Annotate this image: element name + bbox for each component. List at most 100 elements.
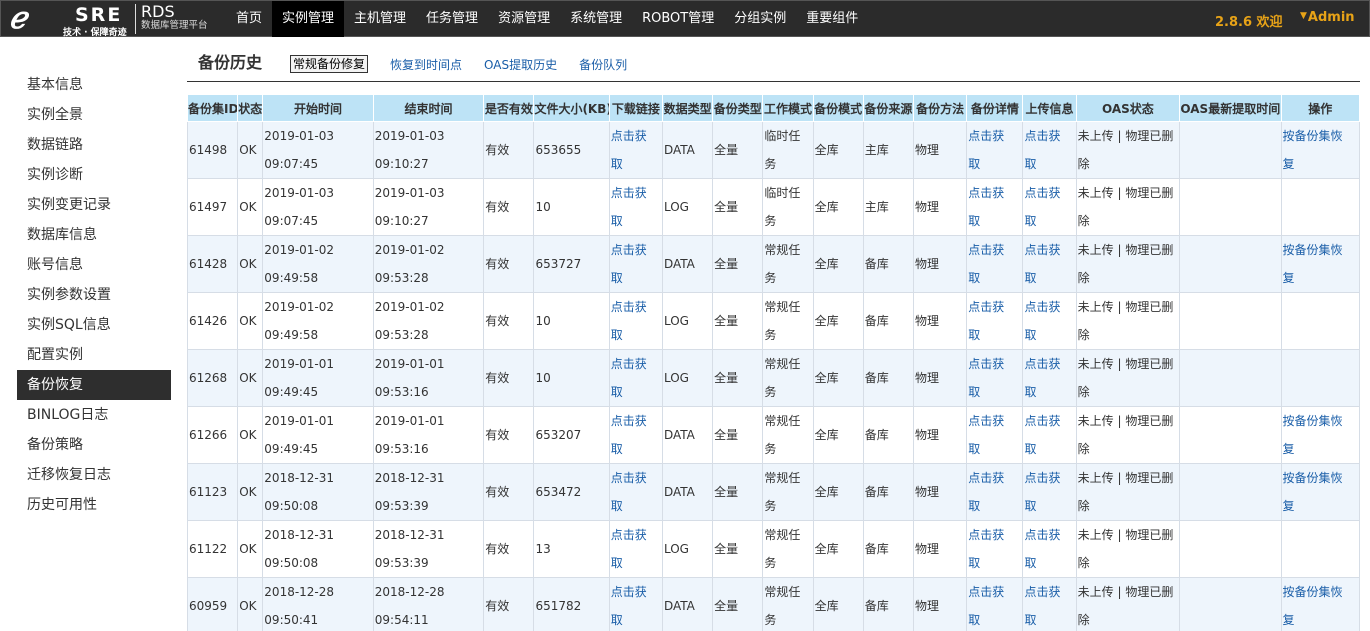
- link-text-1: 点击获: [610, 414, 647, 428]
- cell-detail-link[interactable]: 点击获取: [968, 351, 1021, 406]
- table-row[interactable]: 61428 OK 2019-01-02 09:49:58 2019-01-02 09:53…: [186, 235, 1361, 293]
- sidebar-item-6[interactable]: 账号信息: [17, 250, 171, 280]
- sidebar-item-3[interactable]: 实例诊断: [17, 160, 171, 190]
- end-time: 09:10:27: [374, 214, 429, 228]
- action-text-2: 复: [1282, 613, 1295, 627]
- cell-backup-type: 全量: [712, 235, 764, 293]
- nav-item-8[interactable]: 重要组件: [796, 1, 868, 37]
- cell-download-link[interactable]: 点击获取: [611, 522, 661, 577]
- sidebar-item-5[interactable]: 数据库信息: [17, 220, 171, 250]
- cell-detail-link[interactable]: 点击获取: [968, 465, 1021, 520]
- cell-upload-link[interactable]: 点击获取: [1024, 465, 1074, 520]
- nav-item-6[interactable]: ROBOT管理: [632, 1, 724, 37]
- column-header-13: 备份详情: [966, 94, 1024, 122]
- cell-upload-link[interactable]: 点击获取: [1024, 123, 1074, 178]
- start-time: 09:49:45: [264, 442, 319, 456]
- cell-download-link[interactable]: 点击获取: [610, 180, 661, 235]
- cell-oas-time: [1179, 463, 1282, 521]
- cell-upload: 点击获取: [1022, 520, 1077, 578]
- cell-work-mode: 常规任务: [762, 406, 814, 464]
- cell-oas-time: [1179, 520, 1282, 578]
- table-row[interactable]: 60959 OK 2018-12-28 09:50:41 2018-12-28 09:54…: [186, 577, 1361, 631]
- nav-item-1[interactable]: 实例管理: [272, 1, 345, 37]
- nav-item-0[interactable]: 首页: [226, 1, 272, 37]
- cell-upload-link[interactable]: 点击获取: [1024, 351, 1074, 406]
- cell-work-mode: 常规任务: [762, 577, 814, 631]
- sidebar-item-12[interactable]: 备份策略: [17, 430, 171, 460]
- restore-by-backup-link[interactable]: 按备份集恢复: [1283, 465, 1358, 520]
- cell-id: 61428: [186, 235, 239, 293]
- sidebar-item-14[interactable]: 历史可用性: [17, 490, 171, 520]
- cell-download-link[interactable]: 点击获取: [610, 123, 661, 178]
- start-date: 2018-12-31: [264, 528, 335, 542]
- cell-download-link[interactable]: 点击获取: [610, 408, 661, 463]
- sidebar-item-7[interactable]: 实例参数设置: [17, 280, 171, 310]
- sidebar-item-10[interactable]: 备份恢复: [17, 370, 171, 400]
- logo[interactable]: ℯ SRE 技术 · 保障奇迹: [9, 1, 141, 38]
- end-time: 09:53:16: [374, 385, 429, 399]
- cell-detail-link[interactable]: 点击获取: [968, 180, 1021, 235]
- cell-size: 10: [533, 349, 610, 407]
- cell-detail-link[interactable]: 点击获取: [968, 408, 1021, 463]
- sidebar-item-8[interactable]: 实例SQL信息: [17, 310, 171, 340]
- cell-source: 备库: [862, 235, 914, 293]
- nav-item-7[interactable]: 分组实例: [724, 1, 796, 37]
- sidebar-item-9[interactable]: 配置实例: [17, 340, 171, 370]
- user-menu[interactable]: ▼Admin: [1300, 10, 1355, 25]
- cell-detail-link[interactable]: 点击获取: [968, 522, 1021, 577]
- nav-item-3[interactable]: 任务管理: [416, 1, 488, 37]
- restore-by-backup-link[interactable]: 按备份集恢复: [1283, 237, 1358, 292]
- nav-item-4[interactable]: 资源管理: [488, 1, 560, 37]
- regular-backup-restore-button[interactable]: 常规备份修复: [290, 55, 369, 73]
- cell-oas-time: [1179, 235, 1282, 293]
- brand-subtitle: 数据库管理平台: [141, 20, 208, 31]
- sidebar-item-13[interactable]: 迁移恢复日志: [17, 460, 171, 490]
- cell-detail-link[interactable]: 点击获取: [968, 237, 1021, 292]
- cell-download-link[interactable]: 点击获取: [611, 579, 661, 631]
- cell-upload-link[interactable]: 点击获取: [1024, 579, 1074, 631]
- cell-upload-link[interactable]: 点击获取: [1024, 408, 1074, 463]
- cell-detail-link[interactable]: 点击获取: [968, 123, 1021, 178]
- link-text-1: 点击获: [610, 129, 647, 143]
- cell-download-link[interactable]: 点击获取: [611, 465, 661, 520]
- cell-data-type: LOG: [661, 520, 714, 578]
- restore-by-backup-link[interactable]: 按备份集恢复: [1282, 579, 1358, 631]
- table-row[interactable]: 61426 OK 2019-01-02 09:49:58 2019-01-02 09:53…: [186, 292, 1361, 350]
- link-text-1: 点击获: [610, 186, 647, 200]
- cell-start-time: 2018-12-28 09:50:41: [262, 577, 374, 631]
- cell-download-link[interactable]: 点击获取: [611, 294, 661, 349]
- cell-upload-link[interactable]: 点击获取: [1024, 237, 1074, 292]
- sub-nav-link-2[interactable]: 备份队列: [579, 56, 627, 73]
- table-row[interactable]: 61123 OK 2018-12-31 09:50:08 2018-12-31 09:53…: [186, 463, 1361, 521]
- restore-by-backup-link[interactable]: 按备份集恢复: [1283, 123, 1358, 178]
- column-header-4: 是否有效: [483, 94, 535, 122]
- nav-item-2[interactable]: 主机管理: [344, 1, 416, 37]
- cell-work-mode: 临时任务: [762, 178, 814, 236]
- sub-nav-link-1[interactable]: OAS提取历史: [484, 56, 557, 73]
- cell-detail-link[interactable]: 点击获取: [968, 294, 1021, 349]
- nav-item-5[interactable]: 系统管理: [560, 1, 632, 37]
- table-row[interactable]: 61122 OK 2018-12-31 09:50:08 2018-12-31 09:53…: [186, 520, 1361, 578]
- cell-action: 按备份集恢复: [1280, 463, 1361, 521]
- link-text-1: 点击获: [1024, 414, 1061, 428]
- table-row[interactable]: 61268 OK 2019-01-01 09:49:45 2019-01-01 09:53…: [186, 349, 1361, 407]
- table-row[interactable]: 61497 OK 2019-01-03 09:07:45 2019-01-03 09:10…: [186, 178, 1361, 236]
- cell-upload-link[interactable]: 点击获取: [1024, 294, 1074, 349]
- sidebar-item-11[interactable]: BINLOG日志: [17, 400, 171, 430]
- link-text-2: 取: [1024, 613, 1037, 627]
- sidebar-item-0[interactable]: 基本信息: [17, 70, 171, 100]
- cell-download-link[interactable]: 点击获取: [611, 351, 661, 406]
- sub-nav-link-0[interactable]: 恢复到时间点: [390, 56, 462, 73]
- restore-by-backup-link[interactable]: 按备份集恢复: [1283, 408, 1358, 463]
- table-header-row: 备份集ID 状态 开始时间 结束时间 是否有效 文件大小(KB) 下载链接 数据类型 备份类型工…: [186, 94, 1361, 122]
- cell-detail-link[interactable]: 点击获取: [968, 579, 1021, 631]
- cell-download-link[interactable]: 点击获取: [611, 237, 661, 292]
- sidebar-item-2[interactable]: 数据链路: [17, 130, 171, 160]
- table-row[interactable]: 61266 OK 2019-01-01 09:49:45 2019-01-01 09:53…: [186, 406, 1361, 464]
- cell-detail: 点击获取: [966, 520, 1024, 578]
- cell-upload-link[interactable]: 点击获取: [1024, 522, 1074, 577]
- sidebar-item-4[interactable]: 实例变更记录: [17, 190, 171, 220]
- table-row[interactable]: 61498 OK 2019-01-03 09:07:45 2019-01-03 09:10…: [186, 121, 1361, 179]
- sidebar-item-1[interactable]: 实例全景: [17, 100, 171, 130]
- cell-upload-link[interactable]: 点击获取: [1024, 180, 1074, 235]
